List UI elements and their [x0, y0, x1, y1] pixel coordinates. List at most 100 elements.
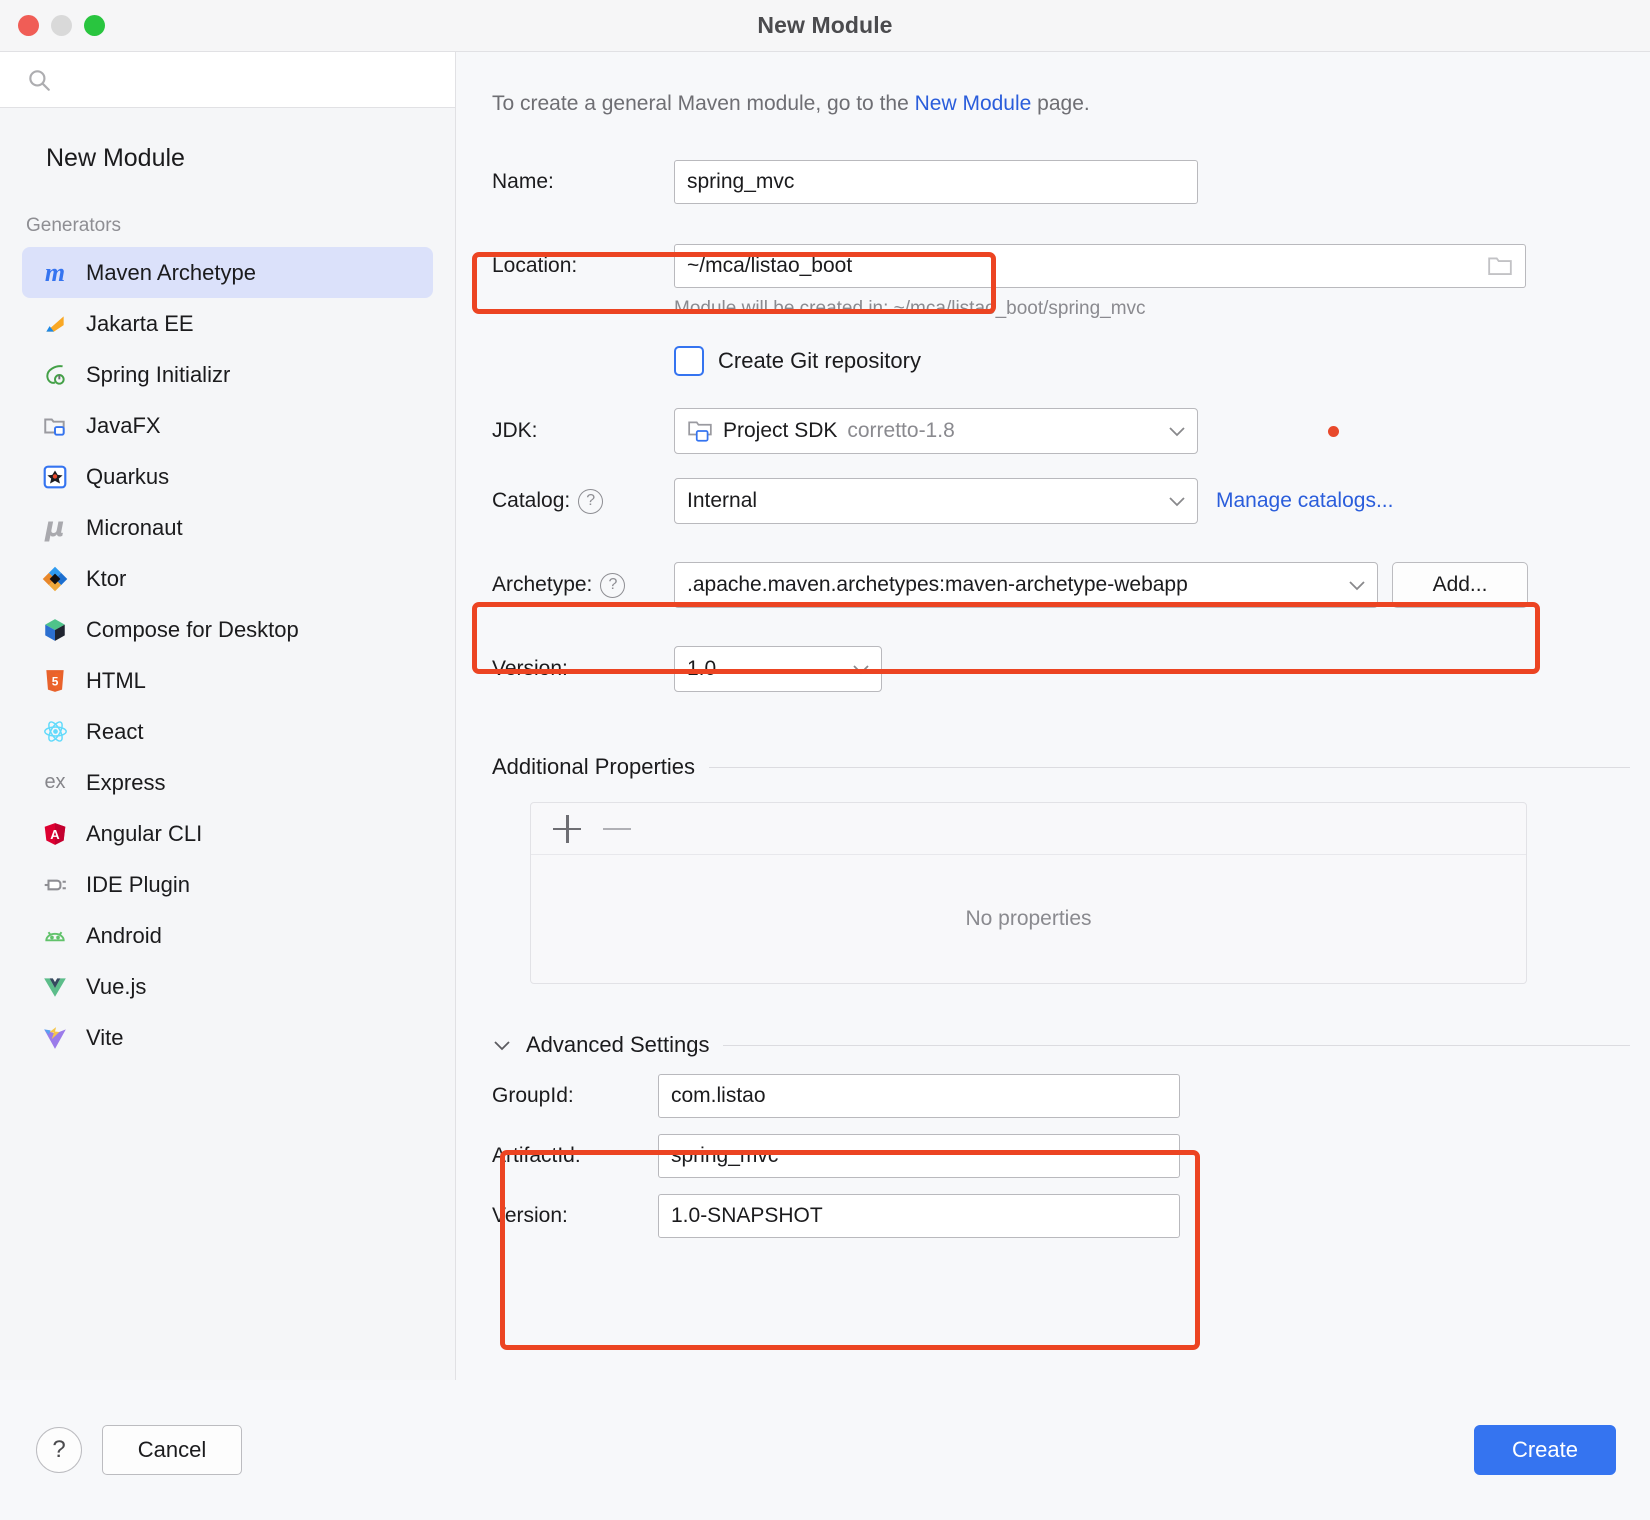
sidebar-item-spring-initializr[interactable]: Spring Initializr	[22, 349, 433, 400]
javafx-icon	[40, 411, 70, 441]
location-input[interactable]: ~/mca/listao_boot	[674, 244, 1526, 288]
chevron-down-icon	[1349, 580, 1365, 590]
compose-icon	[40, 615, 70, 645]
new-module-dialog: New Module New Module Generators m Maven…	[0, 0, 1650, 1520]
archetype-row: Archetype: ? .apache.maven.archetypes:ma…	[456, 562, 1650, 608]
create-button[interactable]: Create	[1474, 1425, 1616, 1475]
additional-properties-table: No properties	[530, 802, 1527, 984]
react-icon	[40, 717, 70, 747]
dialog-footer: ? Cancel Create	[0, 1380, 1650, 1520]
artifactid-input[interactable]: spring_mvc	[658, 1134, 1180, 1178]
android-icon	[40, 921, 70, 951]
name-row: Name: spring_mvc	[456, 160, 1650, 204]
groupid-label: GroupId:	[492, 1084, 574, 1107]
advanced-settings-header[interactable]: Advanced Settings	[456, 1032, 1650, 1058]
intro-text: To create a general Maven module, go to …	[456, 52, 1650, 116]
sidebar-item-android[interactable]: Android	[22, 910, 433, 961]
archetype-version-dropdown[interactable]: 1.0	[674, 646, 882, 692]
sidebar-item-label: Ktor	[86, 565, 127, 591]
ktor-icon	[40, 564, 70, 594]
quarkus-icon	[40, 462, 70, 492]
archetype-label-group: Archetype: ?	[492, 572, 674, 598]
sidebar-item-label: Vue.js	[86, 973, 147, 999]
sidebar-item-react[interactable]: React	[22, 706, 433, 757]
manage-catalogs-link[interactable]: Manage catalogs...	[1216, 489, 1393, 513]
catalog-label-group: Catalog: ?	[492, 488, 674, 514]
sidebar-item-label: Maven Archetype	[86, 259, 256, 285]
create-git-repository-checkbox[interactable]	[674, 346, 704, 376]
intro-after: page.	[1031, 92, 1090, 115]
location-label: Location:	[492, 254, 578, 277]
groupid-value: com.listao	[671, 1084, 766, 1107]
sidebar-item-label: Micronaut	[86, 514, 183, 540]
section-divider	[723, 1044, 1630, 1046]
sidebar-item-ktor[interactable]: Ktor	[22, 553, 433, 604]
intro-before: To create a general Maven module, go to …	[492, 92, 915, 115]
name-input[interactable]: spring_mvc	[674, 160, 1198, 204]
zoom-button[interactable]	[84, 15, 105, 36]
sidebar-item-vuejs[interactable]: Vue.js	[22, 961, 433, 1012]
sidebar-item-jakarta-ee[interactable]: Jakarta EE	[22, 298, 433, 349]
version-row: Version: 1.0-SNAPSHOT	[492, 1194, 1650, 1238]
new-module-link[interactable]: New Module	[915, 92, 1032, 115]
svg-text:5: 5	[52, 674, 59, 688]
help-icon[interactable]: ?	[578, 488, 604, 514]
jdk-row: JDK: Project SDK corretto-1.8	[456, 408, 1650, 454]
sidebar-item-label: IDE Plugin	[86, 871, 190, 897]
sidebar-item-maven-archetype[interactable]: m Maven Archetype	[22, 247, 433, 298]
groupid-input[interactable]: com.listao	[658, 1074, 1180, 1118]
search-bar[interactable]	[0, 52, 455, 108]
plus-icon[interactable]	[553, 814, 581, 843]
sidebar-item-quarkus[interactable]: Quarkus	[22, 451, 433, 502]
express-icon: ex	[44, 771, 66, 793]
artifactid-row: ArtifactId: spring_mvc	[492, 1134, 1650, 1178]
create-git-repository-label: Create Git repository	[718, 348, 921, 373]
folder-icon[interactable]	[1487, 255, 1513, 277]
sidebar-item-express[interactable]: ex Express	[22, 757, 433, 808]
html5-icon: 5	[40, 666, 70, 696]
minus-icon	[603, 815, 631, 843]
sidebar-item-label: JavaFX	[86, 412, 161, 438]
cancel-button[interactable]: Cancel	[102, 1425, 242, 1475]
help-icon[interactable]: ?	[600, 572, 626, 598]
vite-icon	[40, 1023, 70, 1053]
jdk-folder-icon	[688, 421, 712, 442]
page-title: New Module	[757, 12, 893, 38]
svg-text:A: A	[50, 826, 60, 841]
help-button[interactable]: ?	[36, 1427, 82, 1473]
advanced-settings-fields: GroupId: com.listao ArtifactId: spring_m…	[456, 1074, 1650, 1238]
generators-list: m Maven Archetype Jakarta EE Spring Init…	[0, 247, 455, 1063]
jdk-dropdown[interactable]: Project SDK corretto-1.8	[674, 408, 1198, 454]
location-row: Location: ~/mca/listao_boot	[456, 244, 1650, 288]
sidebar-item-angular-cli[interactable]: A Angular CLI	[22, 808, 433, 859]
sidebar-item-html[interactable]: 5 HTML	[22, 655, 433, 706]
jdk-value: Project SDK	[723, 419, 838, 442]
sidebar-item-label: Android	[86, 922, 162, 948]
sidebar-item-label: Compose for Desktop	[86, 616, 299, 642]
close-button[interactable]	[18, 15, 39, 36]
catalog-dropdown[interactable]: Internal	[674, 478, 1198, 524]
chevron-down-icon	[1169, 496, 1185, 506]
jdk-value-detail: corretto-1.8	[847, 419, 955, 442]
sidebar-item-label: Jakarta EE	[86, 310, 194, 336]
sidebar-item-vite[interactable]: Vite	[22, 1012, 433, 1063]
additional-properties-title: Additional Properties	[492, 754, 696, 779]
chevron-down-icon[interactable]	[492, 1039, 512, 1052]
create-git-repository-checkbox-row[interactable]: Create Git repository	[456, 346, 1650, 376]
archetype-version-value: 1.0	[687, 657, 717, 680]
sidebar: New Module Generators m Maven Archetype	[0, 52, 456, 1380]
version-input[interactable]: 1.0-SNAPSHOT	[658, 1194, 1180, 1238]
search-input[interactable]	[62, 68, 441, 91]
sidebar-item-micronaut[interactable]: μ Micronaut	[22, 502, 433, 553]
sidebar-item-ide-plugin[interactable]: IDE Plugin	[22, 859, 433, 910]
sidebar-item-javafx[interactable]: JavaFX	[22, 400, 433, 451]
catalog-row: Catalog: ? Internal Manage catalogs...	[456, 478, 1650, 524]
archetype-dropdown[interactable]: .apache.maven.archetypes:maven-archetype…	[674, 562, 1378, 608]
properties-empty-message: No properties	[965, 907, 1092, 930]
minimize-button[interactable]	[51, 15, 72, 36]
add-archetype-button[interactable]: Add...	[1392, 562, 1528, 608]
name-label: Name:	[492, 170, 554, 193]
sidebar-item-compose-for-desktop[interactable]: Compose for Desktop	[22, 604, 433, 655]
name-value: spring_mvc	[687, 170, 795, 193]
additional-properties-header: Additional Properties	[456, 754, 1650, 780]
